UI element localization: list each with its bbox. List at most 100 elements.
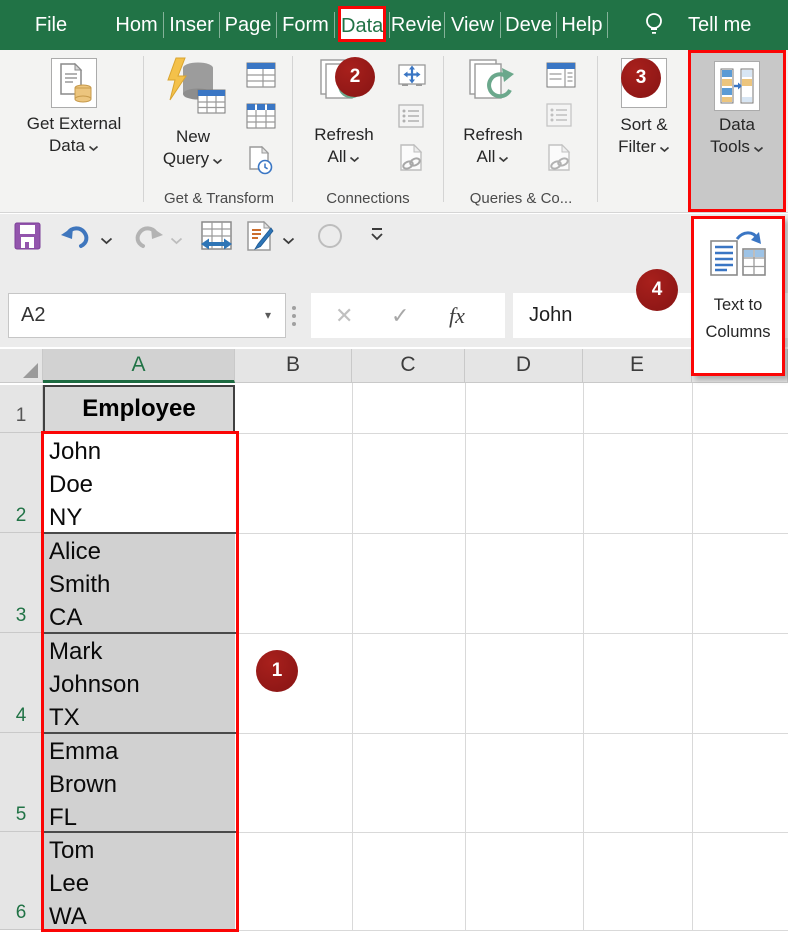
dropdown-chevron-icon (88, 136, 99, 158)
button-label: Query (148, 148, 238, 171)
tab-separator (444, 12, 445, 38)
redo-dropdown-chevron-icon[interactable] (170, 232, 183, 250)
connections-icon[interactable] (398, 64, 426, 93)
row-header-6[interactable]: 6 (0, 832, 43, 930)
from-table-icon[interactable] (246, 103, 276, 134)
select-all-button[interactable] (0, 349, 43, 383)
tab-separator (389, 12, 390, 38)
name-box-dropdown-icon[interactable]: ▾ (265, 294, 271, 337)
formula-bar-resize-handle[interactable] (291, 302, 297, 332)
tab-file[interactable]: File (20, 0, 82, 50)
enter-icon[interactable]: ✓ (391, 293, 409, 338)
edit-form-dropdown-chevron-icon[interactable] (282, 232, 295, 250)
autofit-column-width-button[interactable] (200, 220, 234, 259)
tab-view[interactable]: View (445, 0, 500, 50)
new-query-icon (160, 105, 226, 124)
tab-separator (500, 12, 501, 38)
button-label: Refresh (448, 124, 538, 146)
column-header-e[interactable]: E (583, 349, 692, 383)
undo-dropdown-chevron-icon[interactable] (100, 232, 113, 250)
button-label: Get External (8, 113, 140, 135)
tab-separator (163, 12, 164, 38)
data-tools-icon (714, 61, 760, 111)
properties-icon[interactable] (398, 104, 424, 133)
cell-a1[interactable]: Employee (43, 385, 235, 433)
group-separator (443, 56, 444, 202)
dropdown-chevron-icon (212, 149, 223, 171)
column-header-d[interactable]: D (465, 349, 583, 383)
column-header-b[interactable]: B (235, 349, 352, 383)
properties-icon[interactable] (546, 103, 572, 132)
button-label: All (298, 146, 390, 169)
tab-home[interactable]: Hom (110, 0, 163, 50)
tab-review[interactable]: Revie (389, 0, 444, 50)
cell-line: FL (49, 801, 235, 834)
get-external-data-button[interactable]: Get External Data (8, 58, 140, 158)
cell-border (43, 632, 237, 634)
edit-links-icon[interactable] (398, 144, 424, 179)
row-header-5[interactable]: 5 (0, 733, 43, 832)
group-separator (143, 56, 144, 202)
annotation-bubble-2: 2 (335, 57, 375, 97)
spreadsheet-grid: A B C D E 1 2 3 4 5 6 Employee John Doe … (0, 347, 788, 933)
tab-help[interactable]: Help (557, 0, 607, 50)
cell-border (43, 831, 237, 833)
column-header-c[interactable]: C (352, 349, 465, 383)
cell-line: Mark (49, 635, 235, 668)
tab-separator (607, 12, 608, 38)
cell-a2[interactable]: John Doe NY (43, 434, 235, 533)
cell-line: Doe (49, 468, 235, 501)
lightbulb-icon[interactable] (642, 11, 666, 44)
queries-pane-icon[interactable] (546, 62, 576, 93)
cell-a3[interactable]: Alice Smith CA (43, 534, 235, 633)
save-button[interactable] (14, 222, 41, 255)
cell-line: Emma (49, 735, 235, 768)
dropdown-chevron-icon (659, 137, 670, 159)
menu-item-label: Text to Columns (694, 292, 782, 346)
connections-small-buttons (392, 50, 436, 200)
undo-button[interactable] (60, 224, 92, 255)
cell-a5[interactable]: Emma Brown FL (43, 734, 235, 832)
cancel-icon[interactable]: ✕ (335, 293, 353, 338)
cell-a4[interactable]: Mark Johnson TX (43, 634, 235, 733)
row-header-4[interactable]: 4 (0, 633, 43, 733)
customize-qat-button[interactable] (370, 226, 384, 249)
tab-insert[interactable]: Inser (164, 0, 219, 50)
cell-line: NY (49, 501, 235, 534)
edit-links-icon[interactable] (546, 144, 572, 179)
button-label: All (448, 146, 538, 169)
button-label: Filter (600, 136, 688, 159)
gridline (583, 383, 584, 930)
text-to-columns-menu-item[interactable]: Text to Columns (691, 216, 785, 376)
cell-a6[interactable]: Tom Lee WA (43, 833, 235, 930)
column-header-a[interactable]: A (43, 349, 235, 383)
select-all-triangle-icon (23, 363, 38, 378)
row-header-2[interactable]: 2 (0, 433, 43, 533)
row-header-1[interactable]: 1 (0, 385, 43, 433)
row-header-3[interactable]: 3 (0, 533, 43, 633)
tab-page-layout[interactable]: Page (220, 0, 276, 50)
refresh-all-button-queries[interactable]: Refresh All (448, 56, 538, 169)
data-tools-button[interactable]: Data Tools (688, 50, 786, 212)
redo-button[interactable] (132, 224, 164, 255)
insert-function-icon[interactable]: fx (449, 293, 465, 338)
tell-me-button[interactable]: Tell me (688, 0, 768, 50)
tab-data[interactable]: Data (338, 6, 386, 42)
show-queries-icon[interactable] (246, 62, 276, 93)
new-query-button[interactable]: New Query (148, 56, 238, 171)
cell-line: Johnson (49, 668, 235, 701)
text-to-columns-icon (707, 229, 769, 286)
annotation-bubble-1: 1 (256, 650, 298, 692)
tab-formulas[interactable]: Form (277, 0, 334, 50)
name-box[interactable]: A2 ▾ (8, 293, 286, 338)
dropdown-chevron-icon (498, 147, 509, 169)
shape-circle-button[interactable] (318, 224, 342, 248)
group-label-connections: Connections (300, 190, 436, 207)
formula-buttons: ✕ ✓ fx (311, 293, 505, 338)
recent-sources-icon[interactable] (246, 146, 274, 181)
edit-form-button[interactable] (244, 220, 276, 259)
group-label-get-transform: Get & Transform (148, 190, 290, 207)
tab-developer[interactable]: Deve (501, 0, 556, 50)
cell-line: WA (49, 900, 235, 933)
gridline (692, 383, 693, 930)
